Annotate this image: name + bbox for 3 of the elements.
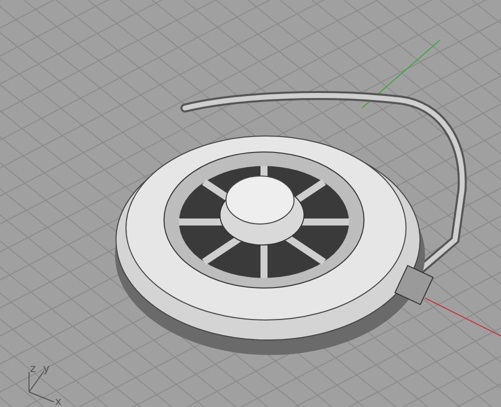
axis-label: y: [43, 362, 50, 375]
axis-label: z: [30, 362, 36, 375]
axis-label: x: [55, 395, 62, 407]
